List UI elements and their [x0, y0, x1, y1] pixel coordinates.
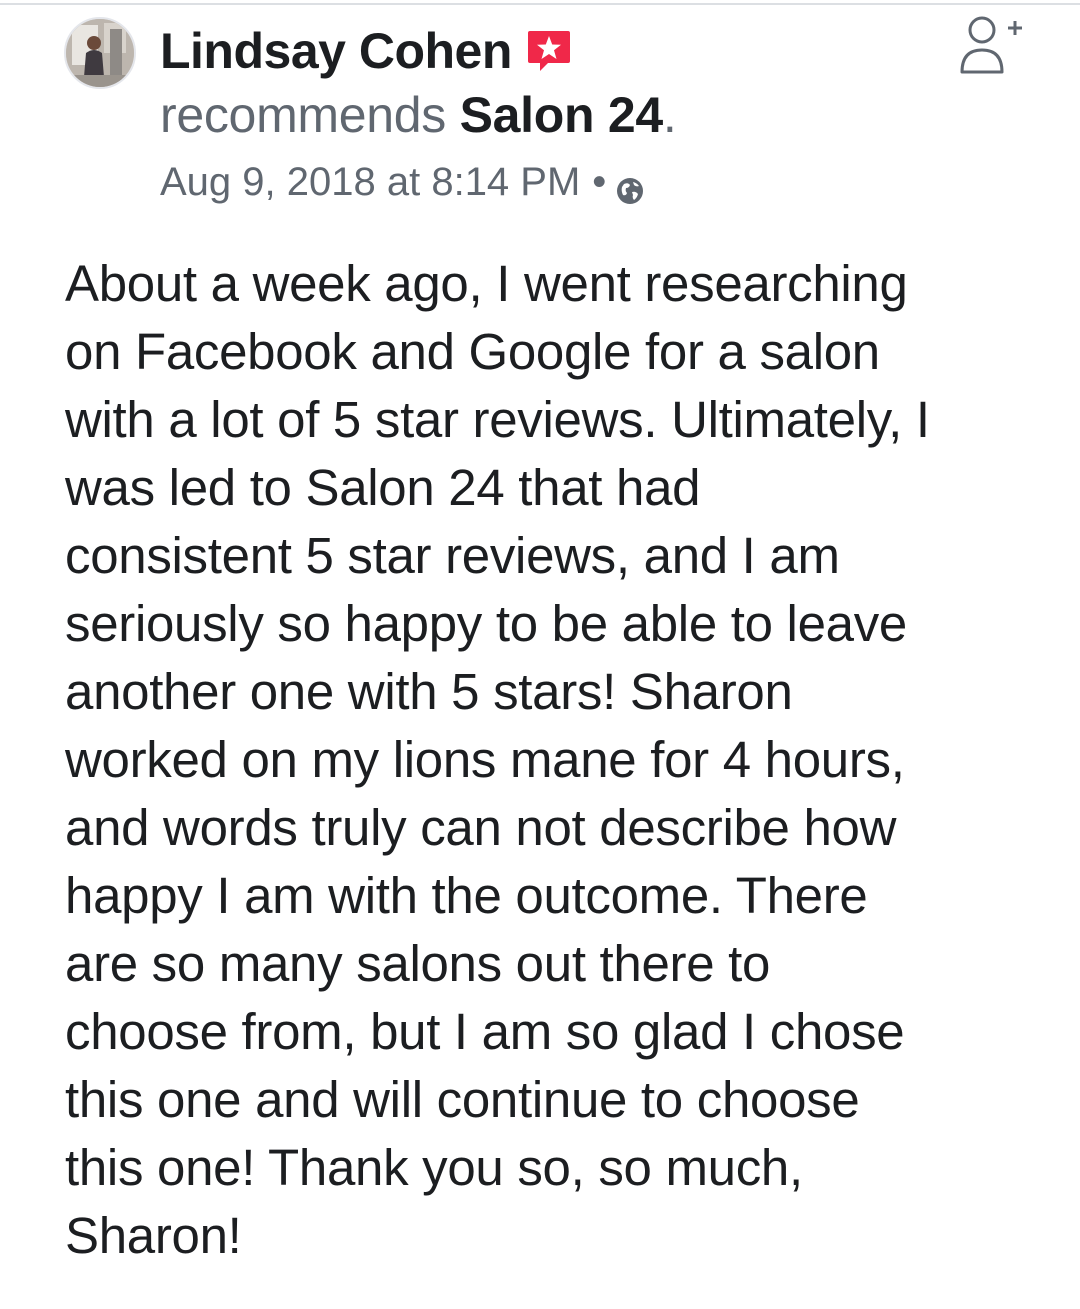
globe-icon — [615, 167, 645, 204]
page-link[interactable]: Salon 24 — [460, 87, 664, 143]
post-timestamp[interactable]: Aug 9, 2018 at 8:14 PM — [160, 156, 580, 208]
avatar-photo — [66, 19, 134, 87]
add-friend-icon — [960, 16, 1022, 74]
recommendation-post: Lindsay Cohen recommends Salon 24. Aug 9… — [0, 0, 1080, 1309]
post-meta: Aug 9, 2018 at 8:14 PM • — [160, 156, 645, 208]
recommendation-star-icon — [526, 28, 572, 74]
avatar[interactable] — [64, 17, 136, 89]
author-name[interactable]: Lindsay Cohen — [160, 22, 512, 80]
meta-separator: • — [592, 160, 607, 204]
author-line: Lindsay Cohen — [160, 22, 572, 80]
review-text: About a week ago, I went researching on … — [65, 255, 930, 1264]
page-suffix: . — [662, 87, 677, 143]
recommendation-line: recommends Salon 24. — [160, 84, 677, 146]
recommends-text: recommends — [160, 87, 446, 143]
add-friend-button[interactable] — [956, 10, 1026, 78]
